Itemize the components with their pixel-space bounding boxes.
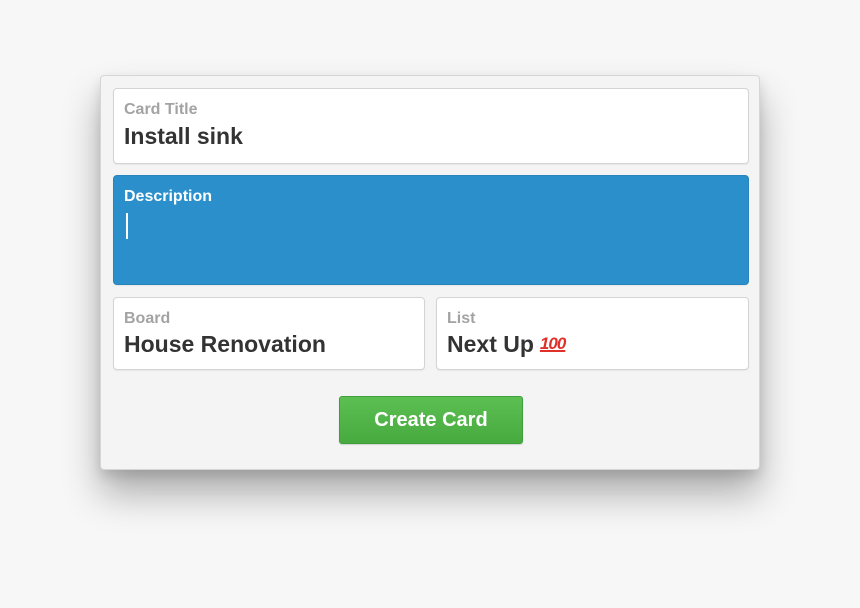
- board-selected-value: House Renovation: [124, 331, 326, 357]
- card-title-label: Card Title: [124, 101, 198, 118]
- list-selected-text: Next Up: [447, 331, 534, 357]
- hundred-points-emoji-icon: 100: [539, 334, 566, 353]
- create-card-button[interactable]: Create Card: [339, 396, 523, 444]
- description-field[interactable]: Description: [113, 175, 749, 285]
- board-label: Board: [124, 310, 171, 327]
- text-caret: [126, 213, 128, 239]
- card-title-field[interactable]: Card Title Install sink: [113, 88, 749, 164]
- list-label: List: [447, 310, 476, 327]
- list-selected-value: Next Up 100: [447, 331, 566, 357]
- card-title-input-value[interactable]: Install sink: [124, 123, 243, 149]
- list-select[interactable]: List Next Up 100: [436, 297, 749, 370]
- create-card-dialog: Card Title Install sink Description Boar…: [100, 75, 760, 470]
- description-label: Description: [124, 188, 213, 205]
- board-select[interactable]: Board House Renovation: [113, 297, 425, 370]
